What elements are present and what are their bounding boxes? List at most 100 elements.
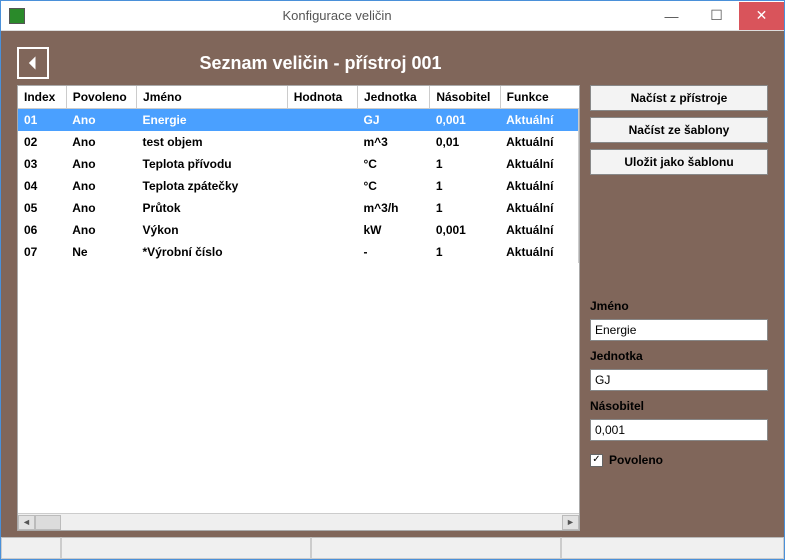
cell-index: 07 xyxy=(18,241,66,263)
check-icon: ✓ xyxy=(592,455,600,465)
cell-povoleno: Ano xyxy=(66,219,136,241)
cell-povoleno: Ano xyxy=(66,109,136,132)
jmeno-input[interactable] xyxy=(590,319,768,341)
table-row[interactable]: 01AnoEnergie GJ0,001Aktuální xyxy=(18,109,579,132)
cell-hodnota xyxy=(287,109,357,132)
table-row[interactable]: 05AnoPrůtok m^3/h1Aktuální xyxy=(18,197,579,219)
app-icon xyxy=(9,8,25,24)
col-header-jednotka[interactable]: Jednotka xyxy=(358,86,430,109)
back-button[interactable] xyxy=(17,47,49,79)
window-title: Konfigurace veličin xyxy=(25,8,649,23)
cell-hodnota xyxy=(287,131,357,153)
cell-index: 05 xyxy=(18,197,66,219)
main-row: Seznam veličin - přístroj 001 Index Povo… xyxy=(17,47,768,531)
cell-jednotka: - xyxy=(358,241,430,263)
cell-hodnota xyxy=(287,219,357,241)
cell-index: 01 xyxy=(18,109,66,132)
maximize-button[interactable]: ☐ xyxy=(694,2,739,30)
cell-jmeno: Energie xyxy=(137,109,288,132)
cell-nasobitel: 1 xyxy=(430,175,500,197)
scroll-track[interactable] xyxy=(35,515,562,530)
nasobitel-label: Násobitel xyxy=(590,399,768,413)
nasobitel-input[interactable] xyxy=(590,419,768,441)
status-cell-1 xyxy=(61,537,311,559)
col-header-povoleno[interactable]: Povoleno xyxy=(66,86,136,109)
load-from-template-button[interactable]: Načíst ze šablony xyxy=(590,117,768,143)
povoleno-row: ✓ Povoleno xyxy=(590,453,768,467)
window-controls: — ☐ ✕ xyxy=(649,2,784,30)
cell-funkce: Aktuální xyxy=(500,131,578,153)
cell-funkce: Aktuální xyxy=(500,241,578,263)
cell-funkce: Aktuální xyxy=(500,219,578,241)
cell-hodnota xyxy=(287,241,357,263)
scroll-right-arrow-icon[interactable]: ► xyxy=(562,515,579,530)
jednotka-label: Jednotka xyxy=(590,349,768,363)
cell-povoleno: Ne xyxy=(66,241,136,263)
table-row[interactable]: 02Anotest objemm^30,01Aktuální xyxy=(18,131,579,153)
quantities-table[interactable]: Index Povoleno Jméno Hodnota Jednotka Ná… xyxy=(18,86,579,263)
horizontal-scrollbar[interactable]: ◄ ► xyxy=(18,513,579,530)
cell-hodnota xyxy=(287,197,357,219)
page-title: Seznam veličin - přístroj 001 xyxy=(61,53,580,74)
cell-jmeno: Teplota zpátečky xyxy=(137,175,288,197)
jednotka-input[interactable] xyxy=(590,369,768,391)
table-row[interactable]: 04AnoTeplota zpátečky °C1Aktuální xyxy=(18,175,579,197)
cell-funkce: Aktuální xyxy=(500,175,578,197)
header-row: Seznam veličin - přístroj 001 xyxy=(17,47,580,79)
cell-index: 04 xyxy=(18,175,66,197)
col-header-jmeno[interactable]: Jméno xyxy=(137,86,288,109)
cell-nasobitel: 1 xyxy=(430,153,500,175)
close-button[interactable]: ✕ xyxy=(739,2,784,30)
cell-hodnota xyxy=(287,153,357,175)
cell-povoleno: Ano xyxy=(66,131,136,153)
cell-jmeno: *Výrobní číslo xyxy=(137,241,288,263)
jmeno-label: Jméno xyxy=(590,299,768,313)
cell-index: 06 xyxy=(18,219,66,241)
table-header-row: Index Povoleno Jméno Hodnota Jednotka Ná… xyxy=(18,86,579,109)
cell-povoleno: Ano xyxy=(66,197,136,219)
arrow-left-icon xyxy=(23,53,43,73)
table-container: Index Povoleno Jméno Hodnota Jednotka Ná… xyxy=(17,85,580,531)
scroll-thumb[interactable] xyxy=(35,515,61,530)
statusbar xyxy=(1,537,784,559)
cell-jednotka: m^3 xyxy=(358,131,430,153)
povoleno-checkbox-label: Povoleno xyxy=(609,453,663,467)
cell-nasobitel: 0,001 xyxy=(430,109,500,132)
cell-jmeno: Teplota přívodu xyxy=(137,153,288,175)
col-header-index[interactable]: Index xyxy=(18,86,66,109)
cell-povoleno: Ano xyxy=(66,175,136,197)
col-header-hodnota[interactable]: Hodnota xyxy=(287,86,357,109)
cell-jmeno: Průtok xyxy=(137,197,288,219)
table-row[interactable]: 07Ne*Výrobní číslo-1Aktuální xyxy=(18,241,579,263)
cell-funkce: Aktuální xyxy=(500,109,578,132)
table-row[interactable]: 03AnoTeplota přívodu°C1Aktuální xyxy=(18,153,579,175)
cell-jednotka: °C xyxy=(358,175,430,197)
titlebar: Konfigurace veličin — ☐ ✕ xyxy=(1,1,784,31)
cell-jednotka: °C xyxy=(358,153,430,175)
cell-hodnota xyxy=(287,175,357,197)
cell-jednotka: kW xyxy=(358,219,430,241)
povoleno-checkbox[interactable]: ✓ xyxy=(590,454,603,467)
right-column: Načíst z přístroje Načíst ze šablony Ulo… xyxy=(590,47,768,531)
table-body-area: Index Povoleno Jméno Hodnota Jednotka Ná… xyxy=(18,86,579,513)
col-header-funkce[interactable]: Funkce xyxy=(500,86,578,109)
table-body: 01AnoEnergieGJ0,001Aktuální02Anotest obj… xyxy=(18,109,579,264)
scroll-left-arrow-icon[interactable]: ◄ xyxy=(18,515,35,530)
status-cell-3 xyxy=(561,537,784,559)
cell-funkce: Aktuální xyxy=(500,197,578,219)
window: Konfigurace veličin — ☐ ✕ Seznam veličin… xyxy=(0,0,785,560)
col-header-nasobitel[interactable]: Násobitel xyxy=(430,86,500,109)
minimize-button[interactable]: — xyxy=(649,2,694,30)
status-cell-2 xyxy=(311,537,561,559)
cell-jmeno: test objem xyxy=(137,131,288,153)
left-column: Seznam veličin - přístroj 001 Index Povo… xyxy=(17,47,580,531)
cell-nasobitel: 0,01 xyxy=(430,131,500,153)
cell-jednotka: GJ xyxy=(358,109,430,132)
cell-jednotka: m^3/h xyxy=(358,197,430,219)
save-as-template-button[interactable]: Uložit jako šablonu xyxy=(590,149,768,175)
table-row[interactable]: 06AnoVýkonkW0,001Aktuální xyxy=(18,219,579,241)
cell-nasobitel: 1 xyxy=(430,197,500,219)
cell-povoleno: Ano xyxy=(66,153,136,175)
cell-nasobitel: 0,001 xyxy=(430,219,500,241)
load-from-device-button[interactable]: Načíst z přístroje xyxy=(590,85,768,111)
